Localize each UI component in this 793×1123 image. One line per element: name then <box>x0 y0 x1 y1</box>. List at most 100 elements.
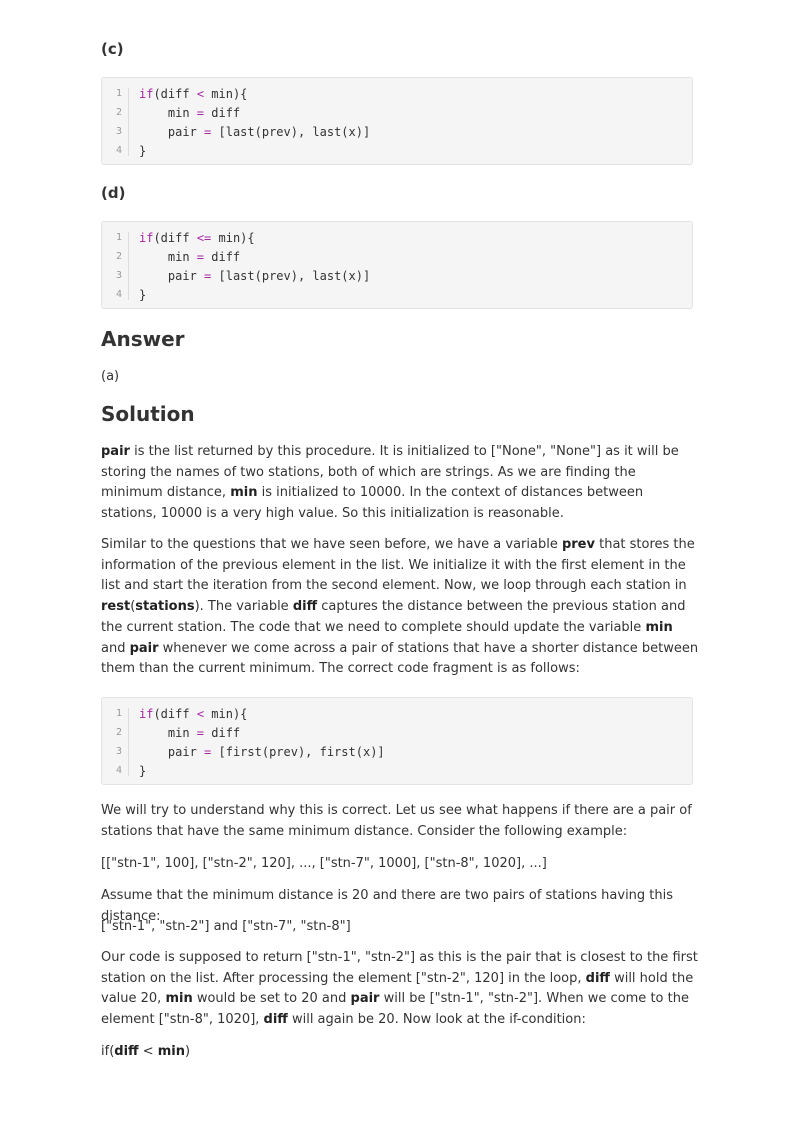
line-number: 2 <box>115 251 122 262</box>
solution-paragraph: Similar to the questions that we have se… <box>101 535 701 680</box>
code-token: [first(prev), first(x)] <box>211 745 385 759</box>
text-run: [["stn-1", 100], ["stn-2", 120], ..., ["… <box>101 856 547 871</box>
text-run: ). The variable <box>194 599 293 615</box>
code-line: min = diff <box>139 250 240 264</box>
code-line: pair = [last(prev), last(x)] <box>139 125 370 139</box>
example-pairs: ["stn-1", "stn-2"] and ["stn-7", "stn-8"… <box>101 917 701 938</box>
code-token: pair <box>139 269 205 283</box>
code-line: } <box>139 764 146 778</box>
code-line: } <box>139 288 146 302</box>
text-run: and <box>101 640 130 656</box>
code-line: if(diff < min){ <box>139 707 247 721</box>
code-token: min <box>139 106 197 120</box>
solution-paragraph: pair is the list returned by this proced… <box>101 442 701 525</box>
code-token: min <box>139 250 197 264</box>
line-number: 2 <box>115 727 122 738</box>
code-token: (diff <box>153 707 197 721</box>
code-token: pair <box>139 125 205 139</box>
bold-term: diff <box>263 1012 288 1028</box>
answer-heading: Answer <box>101 327 185 351</box>
answer-value: (a) <box>101 369 120 384</box>
option-d-label: (d) <box>101 184 126 202</box>
code-line: if(diff < min){ <box>139 87 247 101</box>
option-c-code-block: 1 2 3 4 if(diff < min){ min = diff pair = [l… <box>101 77 693 165</box>
solution-code-block: 1 2 3 4 if(diff < min){ min = diff pair = [f… <box>101 697 693 785</box>
bold-term: diff <box>585 970 610 986</box>
if-condition-text: if(diff < min) <box>101 1042 701 1063</box>
line-number: 4 <box>115 145 122 156</box>
code-token: (diff <box>153 87 197 101</box>
line-number-gutter: 1 2 3 4 <box>102 698 128 784</box>
bold-term: prev <box>561 537 595 552</box>
code-line: } <box>139 144 146 158</box>
code-token: min){ <box>204 707 248 721</box>
line-number: 1 <box>115 88 122 99</box>
bold-term: pair <box>350 991 380 1007</box>
code-token: [last(prev), last(x)] <box>211 125 371 139</box>
option-d-code-block: 1 2 3 4 if(diff <= min){ min = diff pair = [… <box>101 221 693 309</box>
code-token: [last(prev), last(x)] <box>211 269 371 283</box>
code-line: min = diff <box>139 106 240 120</box>
code-token-op: = <box>196 726 205 740</box>
code-token-op: = <box>196 106 205 120</box>
line-number: 3 <box>115 126 122 137</box>
code-token: } <box>139 764 147 778</box>
bold-term: diff <box>292 599 318 615</box>
line-number: 3 <box>115 270 122 281</box>
code-token: diff <box>204 250 241 264</box>
code-line: min = diff <box>139 726 240 740</box>
code-token: min){ <box>204 87 248 101</box>
bold-term: diff <box>114 1044 139 1059</box>
code-token: diff <box>204 726 241 740</box>
solution-paragraph: We will try to understand why this is co… <box>101 801 701 842</box>
code-token: diff <box>204 106 241 120</box>
text-run: would be set to 20 and <box>192 991 351 1007</box>
bold-term: min <box>645 619 673 635</box>
bold-term: min <box>157 1044 185 1059</box>
text-run: ["stn-1", "stn-2"] and ["stn-7", "stn-8"… <box>101 919 351 934</box>
code-token-op: < <box>196 707 205 721</box>
bold-term: rest <box>101 599 131 615</box>
text-run: ) <box>185 1044 191 1059</box>
code-token-op: = <box>196 250 205 264</box>
line-number: 4 <box>115 765 122 776</box>
line-number: 1 <box>115 708 122 719</box>
code-token: min <box>139 726 197 740</box>
text-run: We will try to understand why this is co… <box>101 803 692 839</box>
code-line: if(diff <= min){ <box>139 231 255 245</box>
line-number: 2 <box>115 107 122 118</box>
line-number: 4 <box>115 289 122 300</box>
line-number-gutter: 1 2 3 4 <box>102 222 128 308</box>
code-token-kw: if <box>139 231 154 245</box>
solution-paragraph: Our code is supposed to return ["stn-1",… <box>101 948 701 1031</box>
bold-term: pair <box>129 640 159 656</box>
code-token: } <box>139 144 147 158</box>
gutter-divider <box>128 88 129 156</box>
code-token-kw: if <box>139 707 154 721</box>
bold-term: min <box>165 991 193 1007</box>
code-line: pair = [first(prev), first(x)] <box>139 745 385 759</box>
code-token: min){ <box>211 231 255 245</box>
code-token: } <box>139 288 147 302</box>
bold-term: min <box>230 485 258 501</box>
option-c-label: (c) <box>101 40 124 58</box>
line-number-gutter: 1 2 3 4 <box>102 78 128 164</box>
example-list: [["stn-1", 100], ["stn-2", 120], ..., ["… <box>101 854 701 875</box>
bold-term: pair <box>101 444 130 459</box>
line-number: 1 <box>115 232 122 243</box>
code-token: pair <box>139 745 205 759</box>
code-token: (diff <box>153 231 197 245</box>
gutter-divider <box>128 708 129 776</box>
line-number: 3 <box>115 746 122 757</box>
text-run: if( <box>101 1044 115 1059</box>
bold-term: stations <box>135 599 195 615</box>
text-run: whenever we come across a pair of statio… <box>101 640 699 677</box>
gutter-divider <box>128 232 129 300</box>
code-token-kw: if <box>139 87 154 101</box>
code-line: pair = [last(prev), last(x)] <box>139 269 370 283</box>
text-run: will again be 20. Now look at the if-con… <box>287 1012 586 1028</box>
text-run: Similar to the questions that we have se… <box>101 537 562 552</box>
code-token-op: < <box>196 87 205 101</box>
code-token-op: <= <box>196 231 212 245</box>
solution-heading: Solution <box>101 402 195 426</box>
